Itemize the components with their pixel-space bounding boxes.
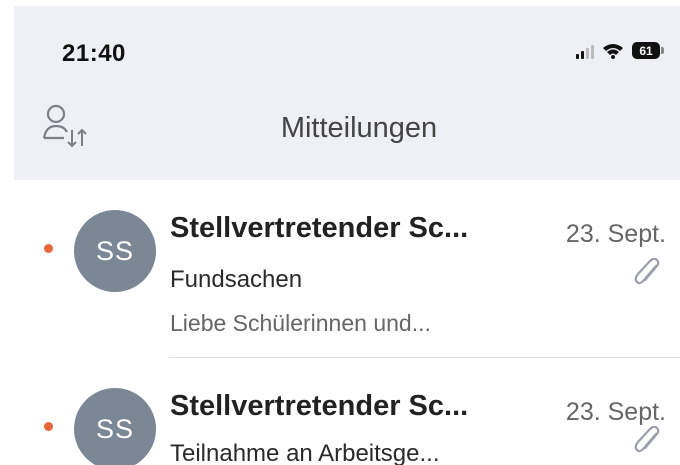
message-date: 23. Sept.: [565, 398, 666, 426]
battery-icon: 61: [632, 42, 666, 59]
status-icons: 61: [576, 42, 666, 59]
page-title: Mitteilungen: [280, 112, 438, 144]
header: 21:40 61 Mitteilungen: [14, 6, 680, 180]
message-subject: Fundsachen: [170, 266, 303, 293]
status-time: 21:40: [62, 40, 126, 67]
message-list: SS Stellvertretender Sc... 23. Sept. Fun…: [14, 180, 680, 465]
paperclip-icon: [634, 258, 660, 285]
battery-level: 61: [632, 42, 660, 59]
message-date: 23. Sept.: [565, 220, 666, 248]
avatar: SS: [74, 388, 156, 465]
avatar: SS: [74, 210, 156, 292]
message-preview: Liebe Schülerinnen und...: [170, 310, 431, 336]
message-subject: Teilnahme an Arbeitsge...: [170, 440, 440, 465]
cellular-signal-icon: [576, 43, 594, 59]
unread-indicator: [44, 244, 53, 253]
message-row[interactable]: SS Stellvertretender Sc... 23. Sept. Fun…: [14, 180, 680, 358]
app-screen: 21:40 61 Mitteilungen SS Stellvertretend…: [14, 6, 680, 465]
wifi-icon: [603, 43, 623, 59]
message-row[interactable]: SS Stellvertretender Sc... 23. Sept. Tei…: [14, 358, 680, 465]
message-sender: Stellvertretender Sc...: [170, 390, 469, 422]
paperclip-icon: [634, 426, 660, 453]
message-sender: Stellvertretender Sc...: [170, 212, 469, 244]
unread-indicator: [44, 422, 53, 431]
